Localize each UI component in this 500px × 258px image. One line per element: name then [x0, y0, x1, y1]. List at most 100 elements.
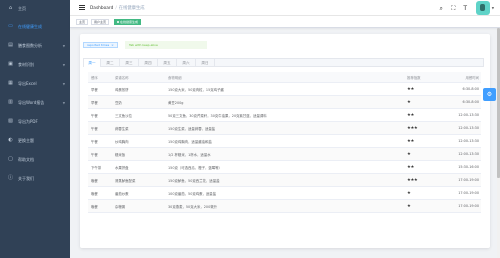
table-cell: 12:00-13:30 — [458, 152, 479, 156]
breadcrumb-dashboard[interactable]: Dashboard — [90, 6, 113, 11]
monitor-icon: ▭ — [8, 23, 13, 29]
table-cell: 100克番茄，50克鸡蛋，适量盐 — [168, 191, 217, 196]
sidebar-item-2[interactable]: ▤ 膳食图数分析 ▼ — [0, 36, 70, 55]
table-cell: 150克鲈鱼，50克西兰花，适量盐 — [168, 178, 220, 183]
table-cell: 早餐 — [91, 100, 98, 105]
table-cell: 午餐 — [91, 113, 98, 118]
reported-times-chip[interactable]: reported times × — [83, 42, 118, 48]
table-cell: 午餐 — [91, 126, 98, 131]
meal-table: 餐序 菜谱名称 食物明细 推荐指数 用餐时间 早餐 鸡蛋煎饼 150克大米，50克肉粒，15克… — [88, 72, 481, 213]
table-cell: 150克鸡胸肉，适量酱油和盐 — [168, 139, 212, 144]
sidebar-item-5[interactable]: ▥ 导出Word报告 ▼ — [0, 93, 70, 112]
table-cell: 15:30-16:00 — [458, 165, 479, 169]
rating-stars: ★★ — [407, 138, 414, 144]
sidebar-item-8[interactable]: ▢ 帮助文档 — [0, 150, 70, 169]
pdf-icon: ▧ — [8, 118, 13, 124]
tag-online-health[interactable]: 在线健康生成 — [114, 19, 142, 25]
tab-day-1[interactable]: 周二 — [101, 59, 120, 67]
sidebar-item-9[interactable]: ⓘ 关于我们 — [0, 169, 70, 188]
hamburger-icon[interactable] — [79, 5, 85, 10]
tag-home[interactable]: 主页 — [76, 19, 89, 25]
sidebar-item-6[interactable]: ▧ 导出为PDF — [0, 112, 70, 131]
rating-stars: ★★★ — [407, 177, 418, 183]
tab-day-0[interactable]: 周一 — [84, 59, 101, 67]
sidebar-item-7[interactable]: ◐ 更换主题 — [0, 131, 70, 150]
close-icon[interactable]: × — [111, 43, 114, 47]
table-cell: 6:30-8:00 — [462, 87, 479, 91]
word-icon: ▥ — [8, 99, 13, 105]
table-cell: 杂粮粥 — [115, 204, 126, 209]
table-row: 午餐 糙米饭 1/2 杯糙米，1杯水，适量水 ★ 12:00-13:30 — [88, 148, 481, 161]
chip-label: reported times — [87, 43, 110, 47]
sidebar-item-3[interactable]: ▣ 食材识别 ▼ — [0, 55, 70, 74]
rating-stars: ★★ — [407, 86, 414, 92]
tab-day-6[interactable]: 周日 — [196, 59, 215, 67]
search-icon[interactable]: ⌕ — [438, 5, 445, 12]
sidebar-item-1[interactable]: ▭ 在线健康生成 — [0, 17, 70, 36]
sidebar-item-0[interactable]: ⌂ 主页 — [0, 0, 70, 17]
tab-day-4[interactable]: 周五 — [158, 59, 177, 67]
table-cell: 下午茶 — [91, 165, 102, 170]
breadcrumb-current: 在线健康生成 — [118, 6, 145, 11]
caret-down-icon[interactable]: ▼ — [492, 6, 494, 10]
settings-float-button[interactable]: ⚙ — [483, 88, 496, 101]
column-header: 菜谱名称 — [115, 75, 129, 80]
table-cell: 晚餐 — [91, 191, 98, 196]
table-row: 早餐 豆奶 黄豆200g ★ 6:30-8:00 — [88, 96, 481, 109]
sidebar-item-4[interactable]: ▦ 导出Excel ▼ — [0, 74, 70, 93]
sidebar-item-label: 关于我们 — [18, 175, 34, 181]
table-cell: 50克三文鱼，30克芹菜秆，30克牛油果，20克紫甘蓝，适量调料 — [168, 113, 267, 118]
sidebar-item-label: 在线健康生成 — [18, 23, 42, 29]
sidebar-item-label: 食材识别 — [18, 61, 34, 67]
excel-icon: ▦ — [8, 80, 13, 86]
table-cell: 12:00-13:30 — [458, 113, 479, 117]
table-cell: 30克燕麦，50克大米，200毫升 — [168, 204, 218, 209]
top-navbar: Dashboard / 在线健康生成 ⌕ ⛶ T ▼ — [70, 0, 500, 16]
table-cell: 晚餐 — [91, 178, 98, 183]
column-header: 推荐指数 — [407, 75, 421, 80]
tag-user-home[interactable]: 用户主页 — [91, 19, 110, 25]
sidebar-item-label: 导出Excel — [18, 80, 37, 86]
table-cell: 鸡蛋煎饼 — [115, 87, 129, 92]
palette-icon: ◐ — [8, 137, 13, 143]
avatar[interactable] — [475, 1, 490, 15]
table-row: 午餐 三文鱼沙拉 50克三文鱼，30克芹菜秆，30克牛油果，20克紫甘蓝，适量调料 ★… — [88, 109, 481, 122]
table-row: 晚餐 杂粮粥 30克燕麦，50克大米，200毫升 ★ 17:00-19:00 — [88, 200, 481, 213]
rating-stars: ★★ — [407, 164, 414, 170]
table-cell: 12:00-13:30 — [458, 139, 479, 143]
sidebar-item-label: 导出Word报告 — [18, 99, 45, 105]
chevron-down-icon: ▼ — [62, 62, 65, 67]
tab-day-3[interactable]: 周四 — [139, 59, 158, 67]
rating-stars: ★★★ — [407, 125, 418, 131]
column-header: 餐序 — [91, 75, 98, 80]
rating-stars: ★ — [407, 99, 411, 105]
content-card: reported times × Tab with keep-alive 周一 周二… — [80, 34, 490, 248]
table-row: 早餐 鸡蛋煎饼 150克大米，50克肉粒，15克鸡子酱 ★★ 6:30-8:00 — [88, 83, 481, 96]
info-icon: ⓘ — [8, 175, 14, 181]
tab-day-5[interactable]: 周六 — [177, 59, 196, 67]
tags-view-bar: 主页 用户主页 在线健康生成 — [70, 16, 500, 28]
table-cell: 早餐 — [91, 87, 98, 92]
table-cell: 1/2 杯糙米，1杯水，适量水 — [168, 152, 211, 157]
table-row: 下午茶 水果拼盘 150克（可选西瓜，橙子，蓝莓等） ★★ 15:30-16:00 — [88, 161, 481, 174]
document-icon: ▢ — [8, 156, 13, 162]
table-row: 晚餐 番茄炒蛋 100克番茄，50克鸡蛋，适量盐 ★ 17:00-19:00 — [88, 187, 481, 200]
table-cell: 豆奶 — [115, 100, 122, 105]
tab-day-2[interactable]: 周三 — [120, 59, 139, 67]
table-cell: 150克生菜，适量蒜蓉，适量盐 — [168, 126, 216, 131]
breadcrumb-separator: / — [115, 6, 117, 11]
rating-stars: ★★ — [407, 112, 414, 118]
table-cell: 番茄炒蛋 — [115, 191, 129, 196]
table-cell: 蒜蓉生菜 — [115, 126, 129, 131]
table-cell: 12:00-13:30 — [458, 126, 479, 130]
table-cell: 17:00-19:00 — [458, 178, 479, 182]
table-cell: 17:00-19:00 — [458, 204, 479, 208]
chevron-down-icon: ▼ — [62, 43, 65, 48]
fullscreen-icon[interactable]: ⛶ — [450, 5, 457, 12]
sidebar-item-label: 导出为PDF — [18, 118, 38, 124]
table-cell: 清蒸鲈鱼配菜 — [115, 178, 136, 183]
rating-stars: ★ — [407, 151, 411, 157]
font-size-icon[interactable]: T — [462, 5, 469, 12]
table-cell: 黄豆200g — [168, 100, 184, 105]
table-cell: 晚餐 — [91, 204, 98, 209]
